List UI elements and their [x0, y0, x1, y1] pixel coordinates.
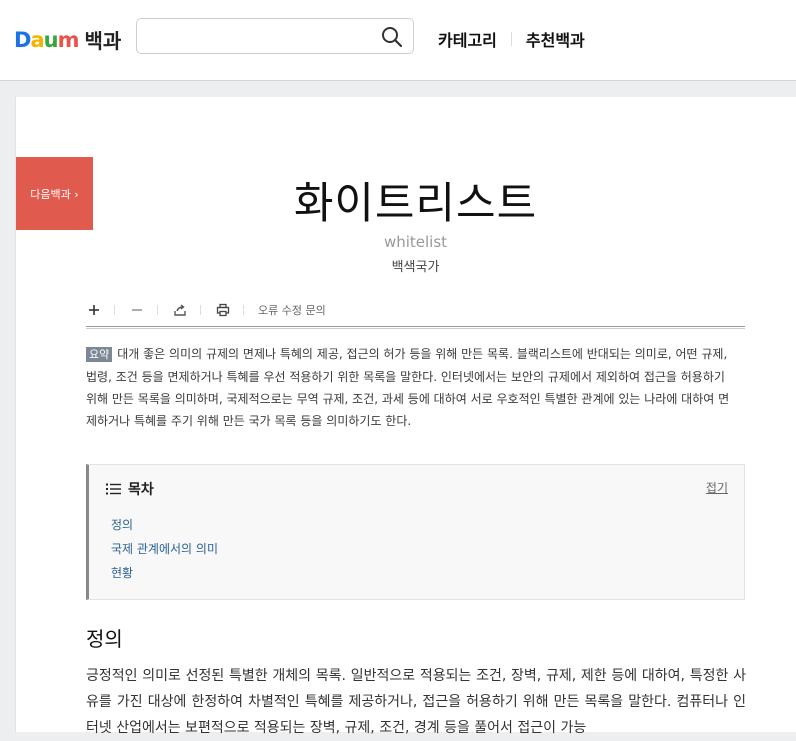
font-increase-button[interactable] [86, 302, 102, 318]
logo-letter-u: u [43, 27, 59, 52]
article-source[interactable]: 백색국가 [86, 256, 745, 275]
article-page: 다음백과 › 화이트리스트 whitelist 백색국가 오류 수정 문의 요약… [15, 97, 796, 736]
minus-icon [132, 309, 142, 311]
nav-item-category[interactable]: 카테고리 [438, 27, 497, 51]
title-divider [86, 326, 745, 329]
print-button[interactable] [215, 302, 231, 318]
summary-badge: 요약 [86, 347, 113, 362]
table-of-contents: 목차 접기 정의 국제 관계에서의 의미 현황 [86, 464, 745, 600]
daum-wordmark: Daum [14, 27, 80, 52]
font-decrease-button[interactable] [129, 302, 145, 318]
share-button[interactable] [172, 302, 188, 318]
search-icon [382, 27, 403, 48]
nav-item-recommended[interactable]: 추천백과 [526, 27, 585, 51]
list-icon [106, 483, 121, 495]
section-body-definition: 긍정적인 의미로 선정된 특별한 개체의 목록. 일반적으로 적용되는 조건, … [86, 668, 746, 736]
daum-logo[interactable]: Daum 백과 [14, 25, 121, 54]
top-header: Daum 백과 카테고리 추천백과 [0, 0, 796, 81]
toc-item-international[interactable]: 국제 관계에서의 의미 [111, 540, 218, 557]
service-name: 백과 [84, 29, 122, 53]
summary-block: 요약 대개 좋은 의미의 규제의 면제나 특혜의 제공, 접근의 허가 등을 위해… [86, 343, 738, 432]
toolbar-divider [200, 305, 201, 315]
plus-icon [89, 305, 99, 315]
summary-text: 대개 좋은 의미의 규제의 면제나 특혜의 제공, 접근의 허가 등을 위해 만… [86, 347, 730, 428]
nav-divider [510, 32, 512, 46]
toc-fold-button[interactable]: 접기 [706, 479, 728, 496]
toc-title: 목차 [106, 479, 154, 499]
article-toolbar: 오류 수정 문의 [86, 299, 745, 321]
toolbar-divider [157, 305, 158, 315]
search-button[interactable] [381, 26, 403, 48]
article-title: 화이트리스트 [293, 179, 538, 229]
next-encyclopedia-badge[interactable]: 다음백과 › [16, 157, 93, 230]
top-nav: 카테고리 추천백과 [438, 27, 585, 51]
toc-title-text: 목차 [128, 482, 154, 498]
logo-letter-d: D [14, 27, 31, 52]
toolbar-divider [114, 305, 115, 315]
toc-item-definition[interactable]: 정의 [111, 516, 133, 533]
share-icon [174, 304, 186, 316]
section-title-definition: 정의 [86, 627, 123, 651]
logo-letter-m: m [57, 27, 80, 52]
logo-letter-a: a [30, 27, 44, 52]
print-icon [216, 303, 230, 317]
report-error-link[interactable]: 오류 수정 문의 [258, 302, 326, 318]
toc-item-status[interactable]: 현황 [111, 564, 133, 581]
article-title-en: whitelist [383, 233, 448, 251]
search-box [136, 18, 414, 54]
search-input[interactable] [147, 25, 371, 49]
toolbar-divider [243, 305, 244, 315]
